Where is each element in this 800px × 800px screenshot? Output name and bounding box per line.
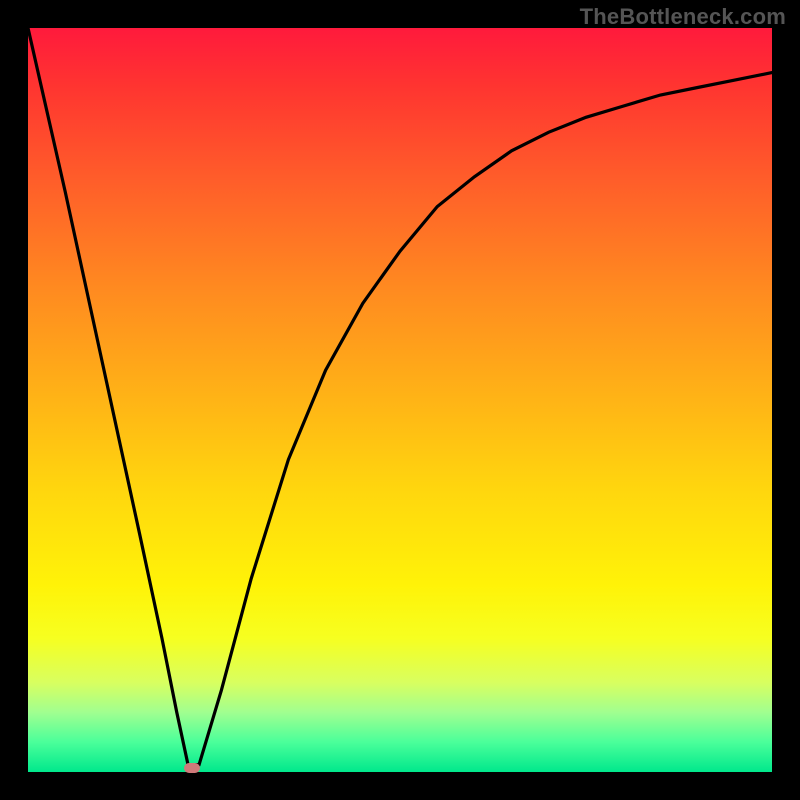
bottleneck-curve <box>28 28 772 765</box>
curve-svg <box>28 28 772 772</box>
plot-area <box>28 28 772 772</box>
chart-container: TheBottleneck.com <box>0 0 800 800</box>
watermark-text: TheBottleneck.com <box>580 4 786 30</box>
optimal-marker <box>184 763 200 773</box>
